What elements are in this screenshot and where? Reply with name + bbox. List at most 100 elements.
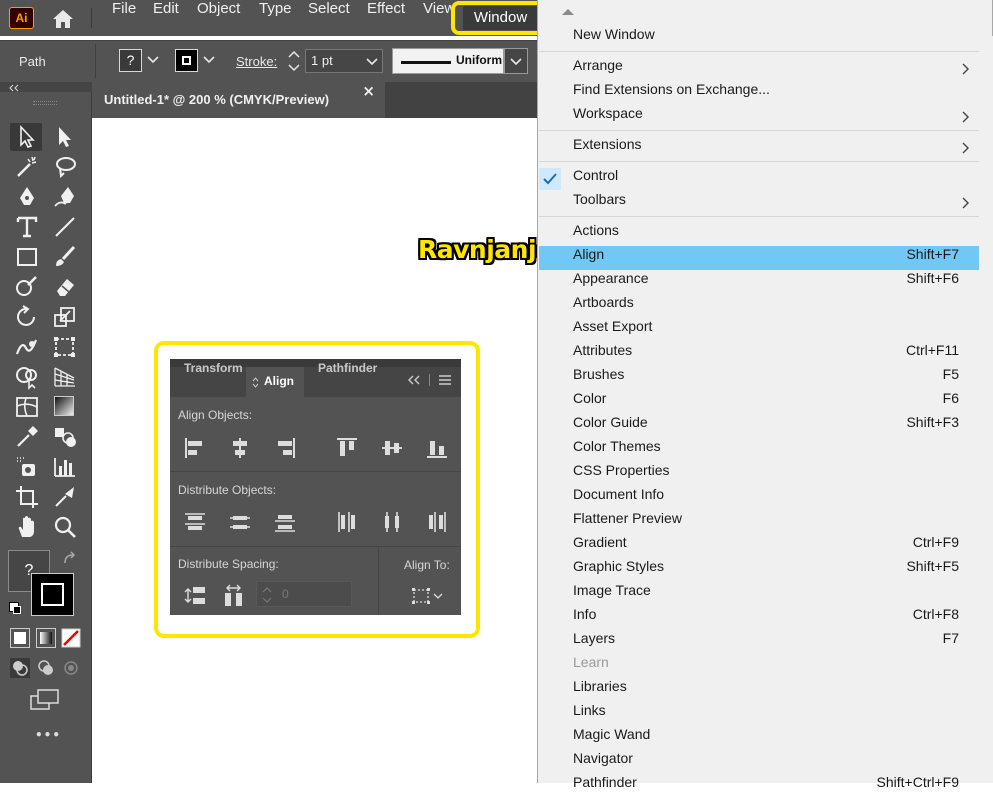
stroke-chevron-down-icon[interactable]: [203, 55, 215, 65]
menu-item-actions[interactable]: Actions: [573, 222, 619, 246]
tab-close-icon[interactable]: ×: [362, 82, 375, 100]
vertical-distribute-center-icon[interactable]: [227, 509, 253, 535]
pen-tool-icon[interactable]: [14, 184, 40, 210]
menu-object[interactable]: Object: [197, 0, 240, 36]
menu-item-asset-export[interactable]: Asset Export: [573, 318, 652, 342]
draw-normal-icon[interactable]: [10, 658, 30, 678]
free-transform-tool-icon[interactable]: [52, 334, 78, 360]
menu-item-artboards[interactable]: Artboards: [573, 294, 634, 318]
zoom-tool-icon[interactable]: [52, 514, 78, 540]
fill-swatch[interactable]: ?: [119, 49, 142, 72]
gradient-tool-icon[interactable]: [54, 396, 74, 416]
spacing-input[interactable]: 0: [256, 581, 352, 607]
menu-item-magic-wand[interactable]: Magic Wand: [573, 726, 650, 750]
draw-inside-icon[interactable]: [61, 658, 81, 678]
menu-item-brushes[interactable]: Brushes: [573, 366, 624, 390]
eyedropper-tool-icon[interactable]: [14, 424, 40, 450]
menu-item-toolbars[interactable]: Toolbars: [573, 191, 626, 215]
vertical-distribute-bottom-icon[interactable]: [272, 509, 298, 535]
edit-toolbar-icon[interactable]: •••: [35, 728, 61, 742]
tab-transform[interactable]: Transform: [184, 361, 243, 395]
vertical-distribute-top-icon[interactable]: [182, 509, 208, 535]
menu-item-arrange[interactable]: Arrange: [573, 57, 623, 81]
horizontal-distribute-space-icon[interactable]: [221, 583, 247, 609]
menu-item-find-extensions-on-exchange[interactable]: Find Extensions on Exchange...: [573, 81, 770, 105]
horizontal-align-center-icon[interactable]: [227, 435, 253, 461]
menu-item-libraries[interactable]: Libraries: [573, 678, 627, 702]
menu-item-info[interactable]: Info: [573, 606, 596, 630]
paintbrush-tool-icon[interactable]: [52, 244, 78, 270]
symbol-sprayer-tool-icon[interactable]: [14, 454, 40, 480]
color-mode-button[interactable]: [10, 628, 30, 648]
menu-item-graphic-styles[interactable]: Graphic Styles: [573, 558, 664, 582]
menu-item-color-guide[interactable]: Color Guide: [573, 414, 648, 438]
type-tool-icon[interactable]: [14, 214, 40, 240]
document-tab[interactable]: Untitled-1* @ 200 % (CMYK/Preview) ×: [92, 82, 385, 118]
menu-item-image-trace[interactable]: Image Trace: [573, 582, 651, 606]
menu-item-appearance[interactable]: Appearance: [573, 270, 649, 294]
menu-scroll-up-icon[interactable]: [561, 7, 575, 16]
swap-fill-stroke-icon[interactable]: [62, 551, 78, 565]
lasso-tool-icon[interactable]: [52, 154, 78, 180]
stroke-weight-chevron-down-icon[interactable]: [366, 57, 378, 67]
menu-item-navigator[interactable]: Navigator: [573, 750, 633, 774]
menu-effect[interactable]: Effect: [367, 0, 405, 36]
profile-dropdown[interactable]: [504, 48, 528, 74]
panel-menu-icon[interactable]: [438, 374, 452, 386]
toolbar-grip[interactable]: [33, 101, 57, 105]
rotate-tool-icon[interactable]: [14, 304, 40, 330]
menu-item-links[interactable]: Links: [573, 702, 606, 726]
stroke-swatch[interactable]: [175, 49, 198, 72]
horizontal-distribute-right-icon[interactable]: [424, 509, 450, 535]
menu-item-control[interactable]: Control: [573, 167, 618, 191]
menu-type[interactable]: Type: [259, 0, 292, 36]
menu-file[interactable]: File: [112, 0, 136, 36]
none-mode-icon[interactable]: [61, 628, 81, 648]
panel-collapse-icon[interactable]: [407, 375, 421, 385]
home-icon[interactable]: [51, 8, 75, 30]
menu-item-color-themes[interactable]: Color Themes: [573, 438, 661, 462]
stroke-weight-input[interactable]: 1 pt: [305, 49, 383, 73]
perspective-grid-tool-icon[interactable]: [52, 364, 78, 390]
collapse-toolbar-icon[interactable]: [8, 84, 20, 92]
menu-item-workspace[interactable]: Workspace: [573, 105, 643, 129]
curvature-tool-icon[interactable]: [52, 184, 78, 210]
gradient-mode-button[interactable]: [36, 628, 56, 648]
menu-item-gradient[interactable]: Gradient: [573, 534, 627, 558]
slice-tool-icon[interactable]: [52, 484, 78, 510]
menu-item-css-properties[interactable]: CSS Properties: [573, 462, 669, 486]
fill-chevron-down-icon[interactable]: [147, 55, 159, 65]
variable-width-profile[interactable]: Uniform: [392, 48, 504, 74]
direct-selection-tool-icon[interactable]: [52, 124, 78, 150]
vertical-align-bottom-icon[interactable]: [424, 435, 450, 461]
menu-select[interactable]: Select: [308, 0, 350, 36]
vertical-align-center-icon[interactable]: [379, 435, 405, 461]
stroke-color-box[interactable]: [31, 573, 74, 616]
hand-tool-icon[interactable]: [14, 514, 40, 540]
rectangle-tool-icon[interactable]: [14, 244, 40, 270]
default-fill-stroke-icon[interactable]: [9, 602, 21, 614]
draw-behind-icon[interactable]: [36, 658, 56, 678]
menu-item-pathfinder[interactable]: Pathfinder: [573, 774, 637, 798]
menu-item-attributes[interactable]: Attributes: [573, 342, 632, 366]
warp-tool-icon[interactable]: [14, 334, 40, 360]
menu-item-document-info[interactable]: Document Info: [573, 486, 664, 510]
line-segment-tool-icon[interactable]: [52, 214, 78, 240]
screen-mode-icon[interactable]: [30, 689, 60, 711]
horizontal-align-left-icon[interactable]: [182, 435, 208, 461]
scale-tool-icon[interactable]: [52, 304, 78, 330]
selection-tool-icon[interactable]: [14, 124, 40, 150]
menu-item-color[interactable]: Color: [573, 390, 606, 414]
align-to-dropdown[interactable]: [411, 585, 445, 607]
eraser-tool-icon[interactable]: [52, 274, 78, 300]
artboard-tool-icon[interactable]: [14, 484, 40, 510]
vertical-align-top-icon[interactable]: [334, 435, 360, 461]
tab-align[interactable]: Align: [246, 367, 304, 397]
mesh-tool-icon[interactable]: [14, 394, 40, 420]
menu-edit[interactable]: Edit: [153, 0, 179, 36]
menu-item-align[interactable]: Align: [573, 246, 604, 270]
menu-item-layers[interactable]: Layers: [573, 630, 615, 654]
horizontal-align-right-icon[interactable]: [272, 435, 298, 461]
blend-tool-icon[interactable]: [52, 424, 78, 450]
menu-scrollbar[interactable]: [981, 36, 993, 783]
